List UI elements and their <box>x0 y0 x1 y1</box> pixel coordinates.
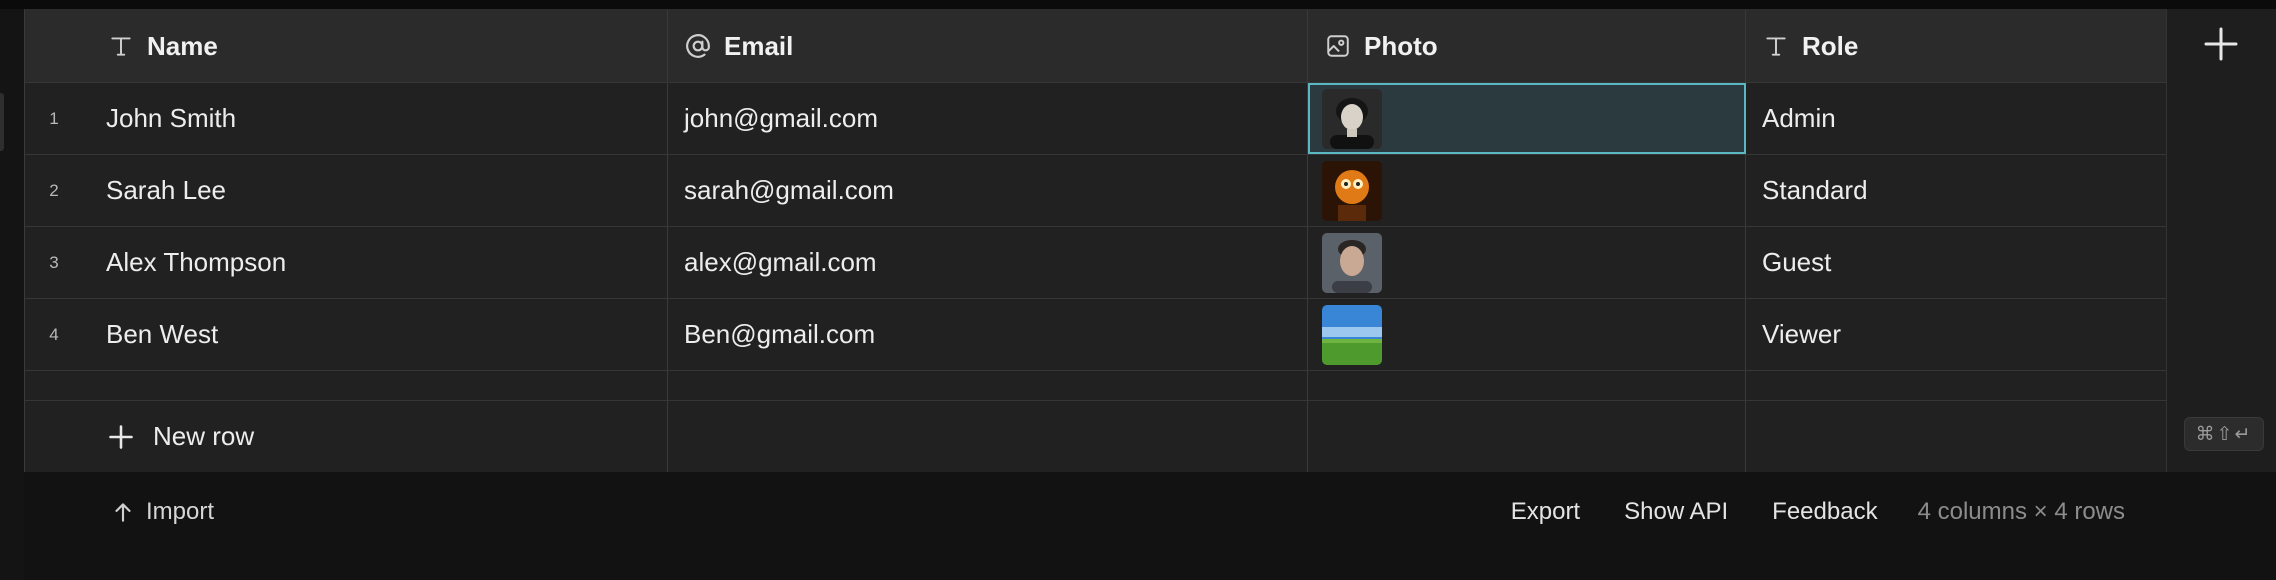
arrow-up-icon <box>110 499 136 525</box>
email-value: alex@gmail.com <box>684 247 877 277</box>
row-number: 2 <box>49 180 59 200</box>
role-cell[interactable]: Viewer <box>1746 299 2167 370</box>
email-value: Ben@gmail.com <box>684 319 876 349</box>
role-value: Standard <box>1762 175 1868 205</box>
column-header-name[interactable]: Name <box>25 10 668 82</box>
import-button[interactable]: Import <box>110 498 214 526</box>
role-cell[interactable]: Admin <box>1746 83 2167 154</box>
row-number: 1 <box>49 108 59 128</box>
role-cell[interactable]: Standard <box>1746 155 2167 226</box>
plus-icon <box>107 423 135 451</box>
name-cell[interactable]: 4 Ben West <box>25 299 668 370</box>
photo-thumbnail[interactable] <box>1322 88 1382 149</box>
empty-cell <box>668 371 1308 400</box>
column-header-label: Email <box>724 30 794 61</box>
empty-cell <box>1308 371 1746 400</box>
column-header-label: Role <box>1802 30 1859 61</box>
photo-thumbnail[interactable] <box>1322 160 1382 221</box>
at-sign-icon <box>684 32 712 60</box>
empty-cell <box>1746 401 2167 472</box>
text-type-icon <box>1762 32 1790 60</box>
photo-cell[interactable] <box>1308 299 1746 370</box>
email-cell[interactable]: john@gmail.com <box>668 83 1308 154</box>
email-cell[interactable]: alex@gmail.com <box>668 227 1308 298</box>
data-table: Name Email Photo Role 1 John Smith john@… <box>24 9 2167 473</box>
left-gutter <box>0 9 24 472</box>
import-label: Import <box>146 498 215 525</box>
column-header-label: Name <box>147 30 218 61</box>
email-value: sarah@gmail.com <box>684 175 894 205</box>
name-cell[interactable]: 3 Alex Thompson <box>25 227 668 298</box>
table-row[interactable]: 4 Ben West Ben@gmail.com Viewer <box>25 299 2167 371</box>
new-row-bar: New row <box>25 401 2167 473</box>
table-row[interactable]: 3 Alex Thompson alex@gmail.com Guest <box>25 227 2167 299</box>
photo-cell[interactable] <box>1308 227 1746 298</box>
feedback-button[interactable]: Feedback <box>1772 498 1877 526</box>
photo-cell-selected[interactable] <box>1308 83 1746 154</box>
show-api-button[interactable]: Show API <box>1624 498 1728 526</box>
keyboard-shortcut-hint: ⌘⇧↵ <box>2184 417 2264 451</box>
name-cell[interactable]: 2 Sarah Lee <box>25 155 668 226</box>
new-row-cell: New row <box>25 401 668 472</box>
table-row[interactable]: 2 Sarah Lee sarah@gmail.com Standard <box>25 155 2167 227</box>
left-panel-handle[interactable] <box>0 93 4 151</box>
table-summary: 4 columns × 4 rows <box>1917 498 2125 525</box>
export-button[interactable]: Export <box>1511 498 1580 526</box>
empty-cell <box>1746 371 2167 400</box>
table-header-row: Name Email Photo Role <box>25 10 2167 83</box>
table-row[interactable]: 1 John Smith john@gmail.com Admin <box>25 83 2167 155</box>
row-number: 4 <box>49 324 59 344</box>
footer-actions: Export Show API Feedback 4 columns × 4 r… <box>1467 498 2125 526</box>
empty-row <box>25 371 2167 401</box>
name-cell[interactable]: 1 John Smith <box>25 83 668 154</box>
empty-cell <box>1308 401 1746 472</box>
text-type-icon <box>107 32 135 60</box>
plus-icon <box>2203 26 2239 67</box>
column-header-photo[interactable]: Photo <box>1308 10 1746 82</box>
role-value: Admin <box>1762 103 1836 133</box>
empty-cell <box>668 401 1308 472</box>
column-header-role[interactable]: Role <box>1746 10 2167 82</box>
email-cell[interactable]: Ben@gmail.com <box>668 299 1308 370</box>
top-bar <box>0 0 2276 9</box>
image-icon <box>1324 32 1352 60</box>
empty-cell <box>25 371 668 400</box>
photo-thumbnail[interactable] <box>1322 232 1382 293</box>
footer-bar: Import Export Show API Feedback 4 column… <box>24 472 2276 580</box>
role-value: Guest <box>1762 247 1832 277</box>
column-header-email[interactable]: Email <box>668 10 1308 82</box>
photo-thumbnail[interactable] <box>1322 304 1382 365</box>
new-row-label: New row <box>153 421 255 451</box>
column-header-label: Photo <box>1364 30 1438 61</box>
role-cell[interactable]: Guest <box>1746 227 2167 298</box>
email-value: john@gmail.com <box>684 103 879 133</box>
add-column-button[interactable] <box>2166 12 2276 80</box>
role-value: Viewer <box>1762 319 1842 349</box>
new-row-button[interactable]: New row <box>25 421 254 452</box>
photo-cell[interactable] <box>1308 155 1746 226</box>
email-cell[interactable]: sarah@gmail.com <box>668 155 1308 226</box>
row-number: 3 <box>49 252 59 272</box>
